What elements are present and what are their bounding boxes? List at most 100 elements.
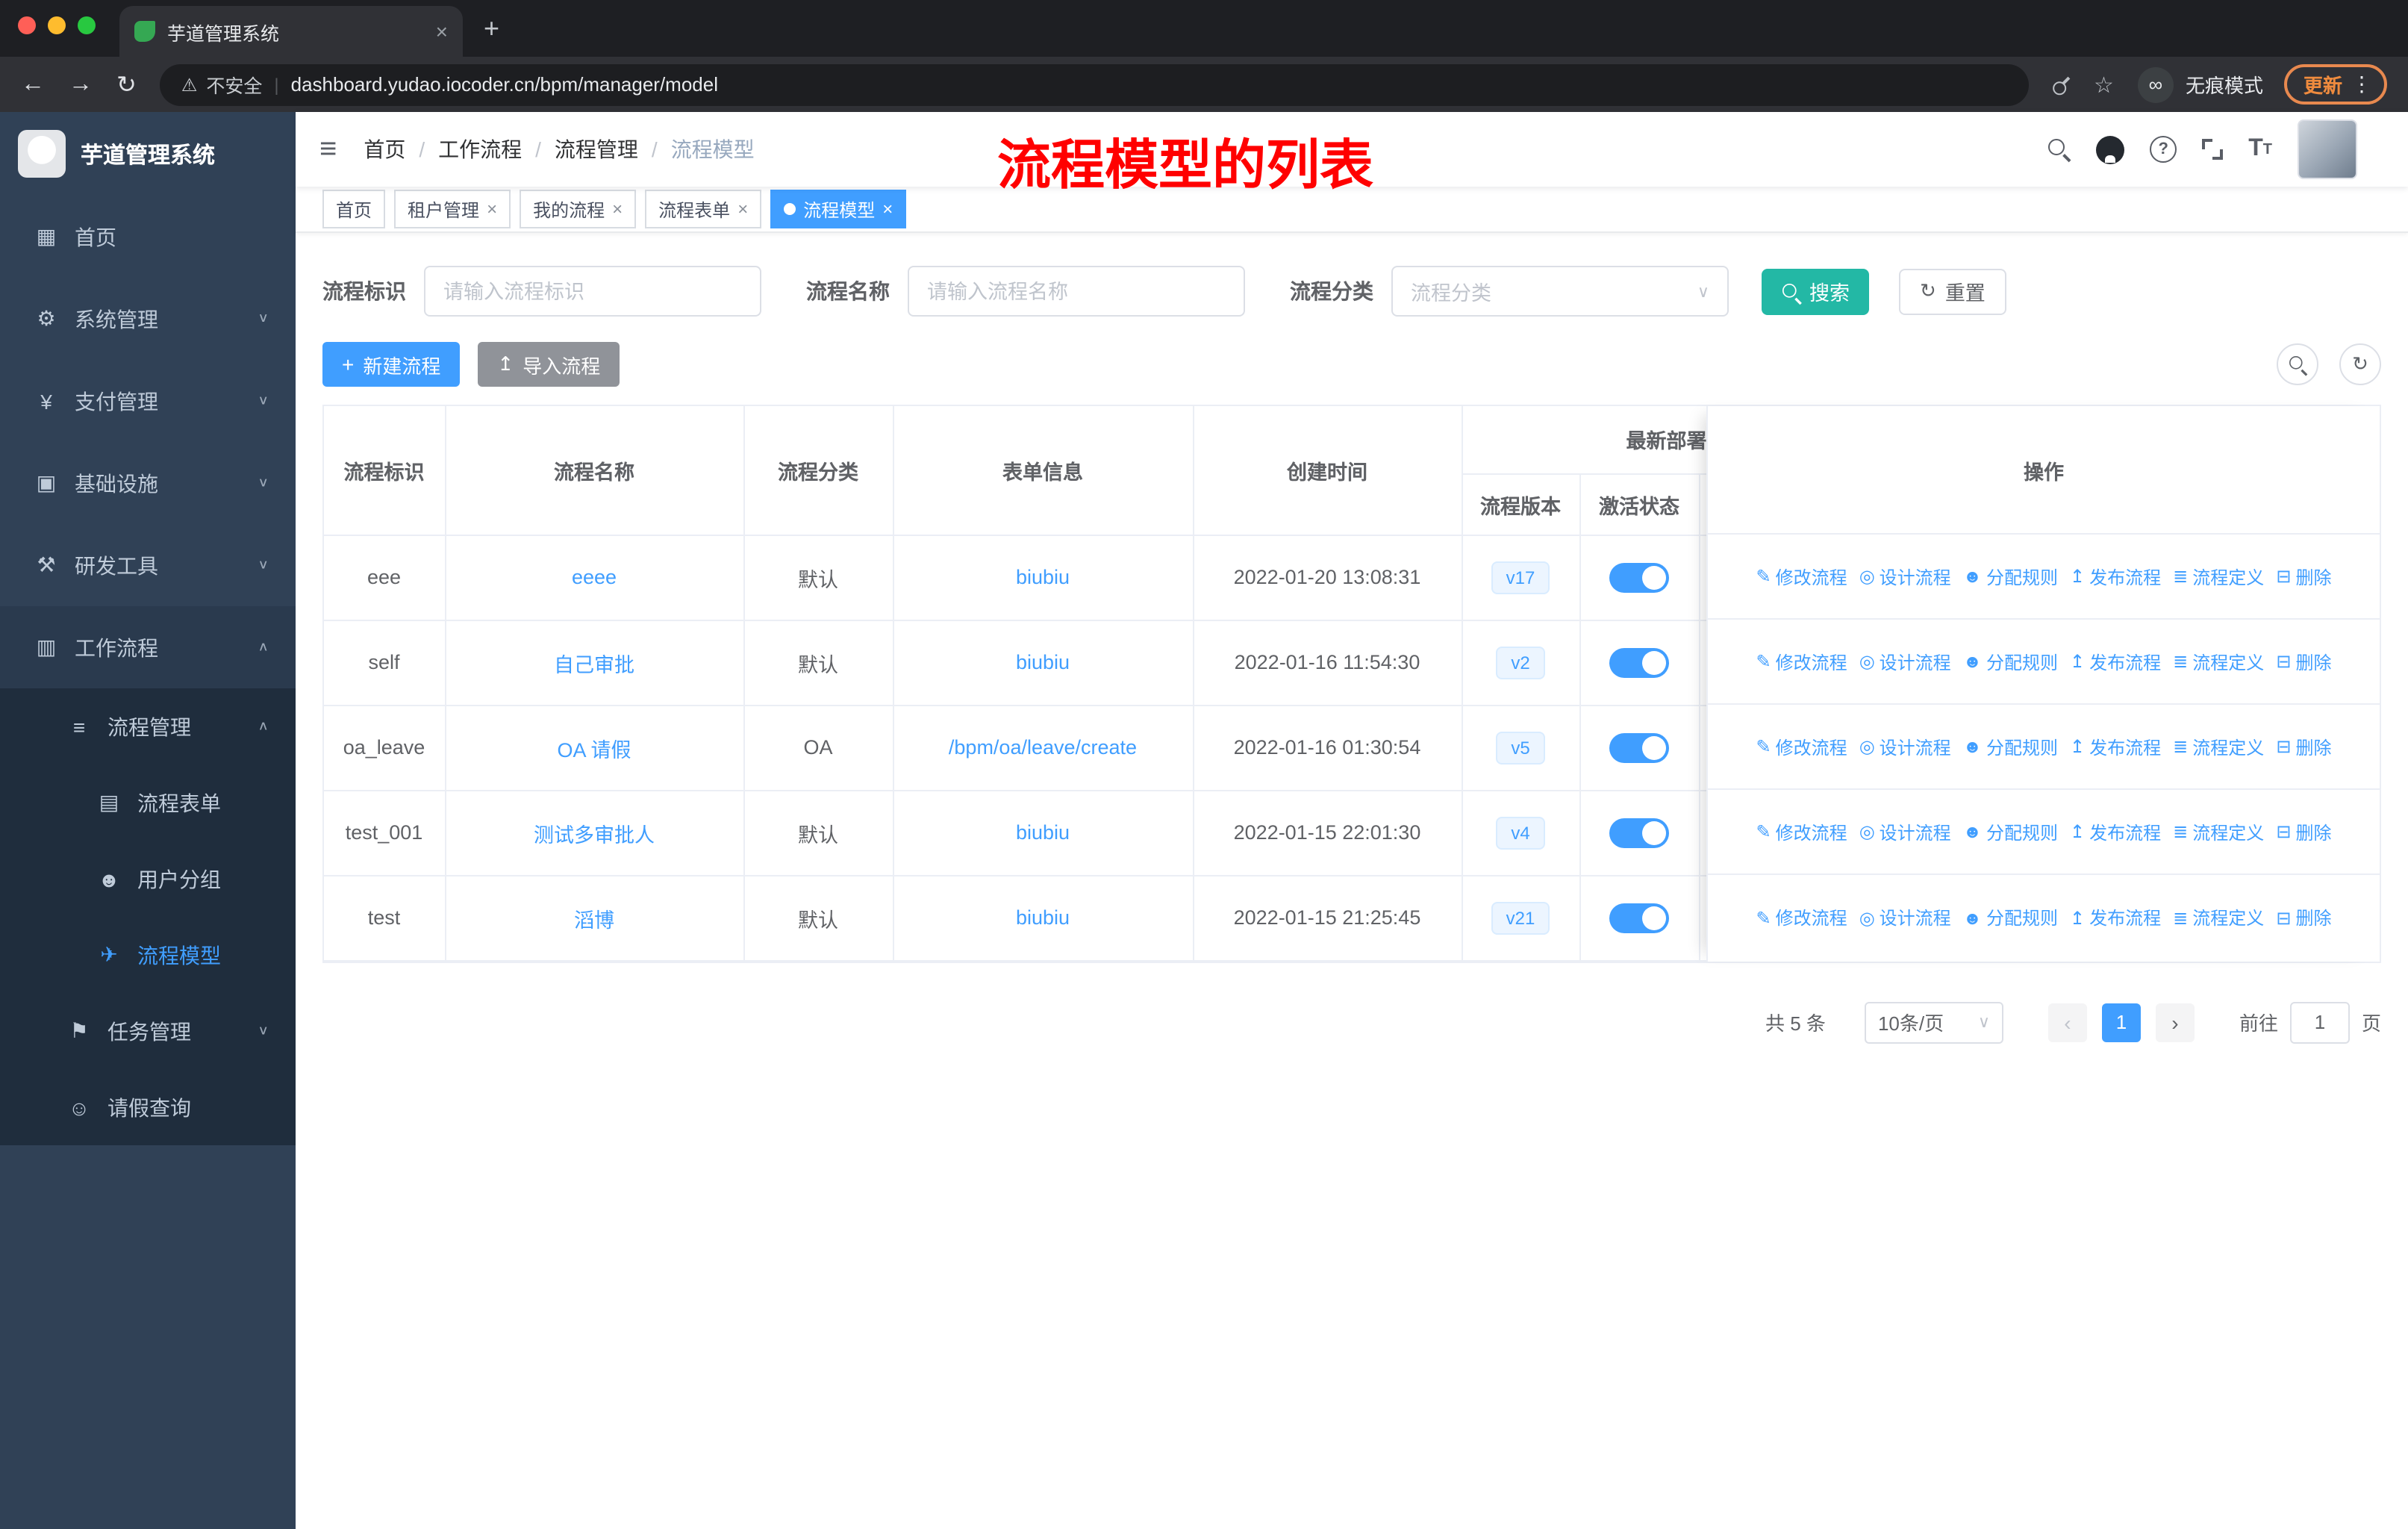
delete-link[interactable]: ⊟ 删除 [2276, 905, 2331, 930]
sidebar-item-dev-tools[interactable]: ⚒ 研发工具 ∨ [0, 524, 296, 606]
window-zoom-button[interactable] [78, 16, 96, 34]
publish-link[interactable]: ↥ 发布流程 [2070, 905, 2161, 930]
definition-link[interactable]: ≣ 流程定义 [2173, 905, 2264, 930]
assign-link[interactable]: ☻ 分配规则 [1963, 649, 2058, 674]
prev-page-button[interactable]: ‹ [2047, 1003, 2087, 1041]
sidebar-item-process-mgmt[interactable]: ≡ 流程管理 ∧ [0, 688, 296, 764]
sidebar-item-leave-query[interactable]: ☺ 请假查询 [0, 1069, 296, 1145]
process-name-link[interactable]: eeee [572, 566, 617, 588]
browser-tab[interactable]: 芋道管理系统 × [119, 6, 463, 57]
font-size-icon[interactable]: TT [2248, 136, 2272, 163]
sidebar-item-process-model[interactable]: ✈ 流程模型 [0, 917, 296, 993]
definition-link[interactable]: ≣ 流程定义 [2173, 819, 2264, 844]
goto-page-input[interactable] [2289, 1001, 2350, 1043]
delete-link[interactable]: ⊟ 删除 [2276, 649, 2331, 674]
status-toggle[interactable] [1609, 903, 1669, 932]
edit-link[interactable]: ✎ 修改流程 [1756, 905, 1847, 930]
tab-close-icon[interactable]: × [436, 19, 448, 43]
sidebar-item-infrastructure[interactable]: ▣ 基础设施 ∨ [0, 442, 296, 524]
process-name-input[interactable] [908, 266, 1245, 317]
page-size-select[interactable]: 10条/页 ∨ [1864, 1001, 2003, 1043]
edit-link[interactable]: ✎ 修改流程 [1756, 819, 1847, 844]
status-toggle[interactable] [1609, 647, 1669, 677]
edit-link[interactable]: ✎ 修改流程 [1756, 649, 1847, 674]
github-icon[interactable] [2096, 135, 2125, 164]
form-info-link[interactable]: /bpm/oa/leave/create [949, 736, 1137, 759]
breadcrumb-item[interactable]: 流程管理 [555, 134, 638, 164]
breadcrumb-item[interactable]: 工作流程 [438, 134, 522, 164]
process-key-input[interactable] [424, 266, 761, 317]
tag-close-icon[interactable]: × [487, 199, 497, 219]
search-button[interactable]: 搜索 [1762, 268, 1869, 314]
form-info-link[interactable]: biubiu [1016, 821, 1070, 844]
status-toggle[interactable] [1609, 562, 1669, 592]
password-key-icon[interactable] [2044, 67, 2077, 101]
tag-流程表单[interactable]: 流程表单 × [645, 190, 762, 228]
menu-kebab-icon[interactable]: ⋮ [2351, 72, 2372, 97]
design-link[interactable]: ◎ 设计流程 [1859, 734, 1951, 759]
tag-close-icon[interactable]: × [612, 199, 623, 219]
new-tab-button[interactable]: + [484, 13, 499, 45]
process-name-link[interactable]: 自己审批 [554, 653, 634, 676]
definition-link[interactable]: ≣ 流程定义 [2173, 564, 2264, 589]
reload-button[interactable]: ↻ [116, 69, 137, 99]
tag-流程模型[interactable]: 流程模型 × [770, 190, 907, 228]
form-info-link[interactable]: biubiu [1016, 566, 1070, 588]
collapse-sidebar-icon[interactable]: ≡ [319, 132, 337, 166]
url-field[interactable]: ⚠ 不安全 | dashboard.yudao.iocoder.cn/bpm/m… [160, 63, 2029, 105]
tag-我的流程[interactable]: 我的流程 × [520, 190, 637, 228]
reset-button[interactable]: ↻ 重置 [1899, 268, 2006, 314]
sidebar-item-payment[interactable]: ¥ 支付管理 ∨ [0, 360, 296, 442]
publish-link[interactable]: ↥ 发布流程 [2070, 734, 2161, 759]
sidebar-item-home[interactable]: ▦ 首页 [0, 196, 296, 278]
design-link[interactable]: ◎ 设计流程 [1859, 564, 1951, 589]
fullscreen-icon[interactable] [2202, 139, 2224, 160]
sidebar-item-task-mgmt[interactable]: ⚑ 任务管理 ∨ [0, 993, 296, 1069]
tag-close-icon[interactable]: × [737, 199, 748, 219]
delete-link[interactable]: ⊟ 删除 [2276, 819, 2331, 844]
tag-首页[interactable]: 首页 [322, 190, 386, 228]
help-icon[interactable]: ? [2150, 136, 2177, 163]
back-button[interactable]: ← [21, 71, 45, 98]
definition-link[interactable]: ≣ 流程定义 [2173, 734, 2264, 759]
assign-link[interactable]: ☻ 分配规则 [1963, 734, 2058, 759]
delete-link[interactable]: ⊟ 删除 [2276, 564, 2331, 589]
definition-link[interactable]: ≣ 流程定义 [2173, 649, 2264, 674]
tag-close-icon[interactable]: × [882, 199, 893, 219]
edit-link[interactable]: ✎ 修改流程 [1756, 734, 1847, 759]
process-name-link[interactable]: OA 请假 [557, 738, 631, 761]
sidebar-item-system[interactable]: ⚙ 系统管理 ∨ [0, 278, 296, 360]
breadcrumb-item[interactable]: 首页 [364, 134, 405, 164]
form-info-link[interactable]: biubiu [1016, 651, 1070, 673]
publish-link[interactable]: ↥ 发布流程 [2070, 819, 2161, 844]
toggle-search-icon[interactable] [2277, 343, 2318, 385]
publish-link[interactable]: ↥ 发布流程 [2070, 649, 2161, 674]
browser-update-button[interactable]: 更新 ⋮ [2283, 64, 2387, 105]
design-link[interactable]: ◎ 设计流程 [1859, 649, 1951, 674]
assign-link[interactable]: ☻ 分配规则 [1963, 905, 2058, 930]
assign-link[interactable]: ☻ 分配规则 [1963, 819, 2058, 844]
window-close-button[interactable] [18, 16, 36, 34]
status-toggle[interactable] [1609, 818, 1669, 847]
design-link[interactable]: ◎ 设计流程 [1859, 819, 1951, 844]
sidebar-item-user-group[interactable]: ☻ 用户分组 [0, 841, 296, 917]
delete-link[interactable]: ⊟ 删除 [2276, 734, 2331, 759]
tag-租户管理[interactable]: 租户管理 × [394, 190, 511, 228]
refresh-table-icon[interactable]: ↻ [2339, 343, 2381, 385]
forward-button[interactable]: → [69, 71, 93, 98]
window-minimize-button[interactable] [48, 16, 66, 34]
process-name-link[interactable]: 滔博 [574, 909, 614, 931]
assign-link[interactable]: ☻ 分配规则 [1963, 564, 2058, 589]
bookmark-star-icon[interactable]: ☆ [2094, 71, 2114, 98]
status-toggle[interactable] [1609, 732, 1669, 762]
design-link[interactable]: ◎ 设计流程 [1859, 905, 1951, 930]
publish-link[interactable]: ↥ 发布流程 [2070, 564, 2161, 589]
process-name-link[interactable]: 测试多审批人 [534, 823, 655, 846]
sidebar-item-workflow[interactable]: ▥ 工作流程 ∧ [0, 606, 296, 688]
edit-link[interactable]: ✎ 修改流程 [1756, 564, 1847, 589]
form-info-link[interactable]: biubiu [1016, 906, 1070, 929]
search-icon[interactable] [2048, 138, 2071, 161]
next-page-button[interactable]: › [2155, 1003, 2195, 1041]
page-number-1[interactable]: 1 [2101, 1003, 2141, 1041]
user-avatar[interactable] [2298, 119, 2357, 179]
